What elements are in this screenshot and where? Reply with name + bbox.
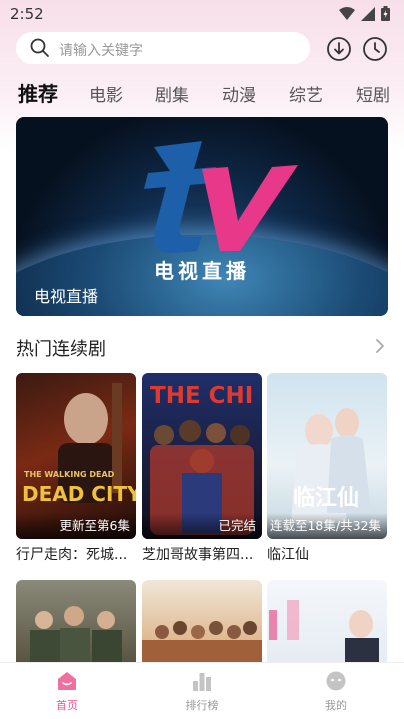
search-input[interactable]: 请输入关键字 bbox=[16, 32, 310, 64]
nav-profile-label: 我的 bbox=[325, 699, 347, 712]
search-row: 请输入关键字 bbox=[16, 32, 390, 66]
episode-badge: 更新至第6集 bbox=[16, 513, 136, 539]
home-icon bbox=[58, 672, 76, 690]
banner-label: 电视直播 bbox=[34, 287, 99, 306]
status-icons bbox=[339, 6, 390, 21]
tab-anime[interactable]: 动漫 bbox=[222, 81, 256, 106]
tab-variety[interactable]: 综艺 bbox=[289, 81, 323, 106]
status-bar: 2:52 bbox=[0, 0, 404, 28]
status-time: 2:52 bbox=[10, 5, 44, 23]
banner-logo-caption: 电视直播 bbox=[154, 259, 250, 283]
bar-chart-icon bbox=[193, 673, 211, 691]
poster-art bbox=[30, 606, 122, 662]
nav-home-label: 首页 bbox=[56, 699, 78, 712]
drama-card[interactable]: THE WALKING DEAD DEAD CITY 更新至第6集 行尸走肉：死… bbox=[16, 373, 136, 564]
poster-art bbox=[269, 600, 379, 662]
tab-series[interactable]: 剧集 bbox=[155, 81, 189, 106]
poster: 临江仙 连载至18集/共32集 bbox=[267, 373, 387, 539]
drama-card[interactable] bbox=[16, 580, 136, 662]
drama-card[interactable]: THE CHI 已完结 芝加哥故事第四... bbox=[142, 373, 262, 564]
episode-badge: 连载至18集/共32集 bbox=[267, 513, 387, 539]
banner-tv-live[interactable]: 电视直播 电视直播 bbox=[16, 117, 388, 316]
history-icon[interactable] bbox=[362, 36, 388, 62]
episode-badge: 已完结 bbox=[142, 513, 262, 539]
tab-movies[interactable]: 电影 bbox=[89, 81, 123, 106]
card-title: 临江仙 bbox=[267, 547, 309, 563]
poster: THE CHI 已完结 bbox=[142, 373, 262, 539]
poster-art bbox=[142, 621, 262, 662]
nav-profile[interactable]: 我的 bbox=[296, 671, 376, 713]
nav-home[interactable]: 首页 bbox=[27, 671, 107, 713]
bottom-nav: 首页 排行榜 我的 bbox=[0, 662, 404, 719]
card-title: 芝加哥故事第四... bbox=[142, 547, 254, 563]
profile-face-icon bbox=[326, 671, 346, 691]
poster-title-text: THE CHI bbox=[150, 383, 253, 409]
chevron-right-icon[interactable] bbox=[374, 338, 386, 354]
drama-card[interactable]: 临江仙 连载至18集/共32集 临江仙 bbox=[267, 373, 387, 564]
tab-short-drama[interactable]: 短剧 bbox=[356, 81, 390, 106]
poster-title-text: 临江仙 bbox=[293, 485, 359, 511]
battery-icon bbox=[381, 6, 390, 21]
category-tabs: 推荐 电影 剧集 动漫 综艺 短剧 bbox=[18, 78, 404, 106]
download-icon[interactable] bbox=[326, 36, 352, 62]
search-icon bbox=[30, 38, 49, 57]
section-title: 热门连续剧 bbox=[16, 339, 106, 360]
nav-ranking-label: 排行榜 bbox=[185, 699, 219, 712]
nav-ranking[interactable]: 排行榜 bbox=[162, 671, 242, 713]
card-title: 行尸走肉：死城... bbox=[16, 547, 128, 563]
drama-card[interactable] bbox=[142, 580, 262, 662]
tab-recommend[interactable]: 推荐 bbox=[18, 78, 58, 106]
search-placeholder: 请输入关键字 bbox=[59, 43, 143, 59]
poster-title-text: DEAD CITY bbox=[22, 482, 136, 506]
wifi-icon bbox=[339, 6, 355, 20]
poster: THE WALKING DEAD DEAD CITY 更新至第6集 bbox=[16, 373, 136, 539]
poster-sub-text: THE WALKING DEAD bbox=[24, 470, 115, 479]
signal-icon bbox=[361, 6, 375, 21]
drama-card[interactable] bbox=[267, 580, 387, 662]
